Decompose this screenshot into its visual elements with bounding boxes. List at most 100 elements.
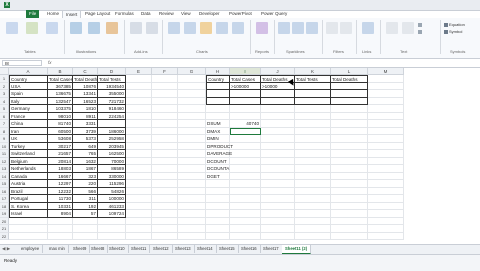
slicer-icon[interactable] [326, 22, 338, 34]
row-header[interactable]: 7 [0, 120, 9, 128]
cell[interactable] [178, 165, 206, 173]
cell[interactable] [206, 195, 230, 203]
cell[interactable] [230, 172, 261, 180]
table-header-cell[interactable]: Country [9, 75, 48, 83]
cell[interactable] [331, 187, 368, 195]
cell[interactable] [368, 135, 404, 143]
table-cell[interactable]: 1632 [73, 157, 98, 165]
cell[interactable] [261, 90, 295, 98]
cell[interactable] [368, 232, 404, 240]
timeline-icon[interactable] [340, 22, 352, 34]
cell[interactable] [9, 232, 48, 240]
column-header-h[interactable]: H [206, 68, 230, 75]
cell[interactable] [230, 187, 261, 195]
cell[interactable] [261, 232, 295, 240]
cell[interactable] [368, 180, 404, 188]
cell[interactable] [295, 97, 331, 105]
cell[interactable] [126, 82, 152, 90]
cell[interactable] [331, 112, 368, 120]
cell[interactable] [230, 97, 261, 105]
table-cell[interactable]: 16523 [73, 97, 98, 105]
criteria-cell[interactable]: >100000 [230, 82, 261, 90]
cell[interactable] [126, 225, 152, 233]
cell[interactable] [295, 202, 331, 210]
cell[interactable] [368, 217, 404, 225]
criteria-cell[interactable] [295, 82, 331, 90]
cell[interactable] [98, 232, 126, 240]
cell[interactable] [73, 232, 98, 240]
table-cell[interactable]: 186000 [98, 127, 126, 135]
cell[interactable] [126, 157, 152, 165]
function-label-cell[interactable]: DGET [206, 172, 230, 180]
cell[interactable] [178, 232, 206, 240]
cell[interactable] [368, 150, 404, 158]
tab-home[interactable]: Home [44, 10, 62, 18]
name-box[interactable]: I8 [2, 60, 42, 66]
table-cell[interactable]: 103375 [48, 105, 73, 113]
cell[interactable] [126, 97, 152, 105]
table-cell[interactable]: S. Korea [9, 202, 48, 210]
table-cell[interactable]: 203945 [98, 142, 126, 150]
function-label-cell[interactable]: DSUM [206, 120, 230, 128]
cell[interactable] [206, 232, 230, 240]
row-header[interactable]: 15 [0, 180, 9, 188]
cell[interactable] [178, 195, 206, 203]
cell[interactable] [230, 217, 261, 225]
cell[interactable] [368, 82, 404, 90]
cell[interactable] [261, 142, 295, 150]
table-cell[interactable]: 224254 [98, 112, 126, 120]
table-cell[interactable]: 53608 [48, 135, 73, 143]
cell[interactable] [331, 120, 368, 128]
cell[interactable] [126, 120, 152, 128]
cell[interactable] [295, 112, 331, 120]
table-cell[interactable]: 54826 [98, 187, 126, 195]
cell[interactable] [331, 210, 368, 218]
cell[interactable] [331, 97, 368, 105]
cell[interactable] [178, 172, 206, 180]
cell[interactable] [368, 127, 404, 135]
cell[interactable] [152, 157, 178, 165]
cell[interactable] [126, 202, 152, 210]
table-cell[interactable]: 220 [73, 180, 98, 188]
table-cell[interactable]: 355000 [98, 90, 126, 98]
cell[interactable] [152, 127, 178, 135]
tab-powerpivot[interactable]: PowerPivot [226, 10, 255, 18]
cell[interactable] [178, 180, 206, 188]
criteria-cell[interactable] [206, 82, 230, 90]
column-header-l[interactable]: L [331, 68, 368, 75]
cell[interactable] [368, 187, 404, 195]
cell[interactable] [126, 127, 152, 135]
cell[interactable] [261, 172, 295, 180]
cell[interactable] [295, 217, 331, 225]
cell[interactable] [152, 120, 178, 128]
cell[interactable] [261, 180, 295, 188]
cell[interactable] [261, 202, 295, 210]
row-header[interactable]: 1 [0, 75, 9, 83]
cell[interactable] [126, 90, 152, 98]
cell[interactable] [152, 75, 178, 83]
table-cell[interactable]: 8904 [48, 210, 73, 218]
cell[interactable] [48, 232, 73, 240]
equation-button[interactable]: Equation [444, 22, 465, 27]
cell[interactable] [230, 232, 261, 240]
function-label-cell[interactable]: DMIN [206, 135, 230, 143]
table-cell[interactable]: 81740 [48, 120, 73, 128]
column-chart-icon[interactable] [184, 22, 196, 34]
table-cell[interactable]: 109724 [98, 210, 126, 218]
table-cell[interactable]: 16667 [48, 172, 73, 180]
cell[interactable] [206, 225, 230, 233]
cell[interactable] [206, 112, 230, 120]
cell[interactable] [331, 90, 368, 98]
table-cell[interactable]: 70000 [98, 157, 126, 165]
cell[interactable] [206, 210, 230, 218]
table-cell[interactable]: Iran [9, 127, 48, 135]
cell[interactable] [261, 112, 295, 120]
active-cell[interactable] [230, 127, 261, 135]
cell[interactable] [331, 105, 368, 113]
table-cell[interactable]: 1810 [73, 105, 98, 113]
cell[interactable] [331, 195, 368, 203]
table-cell[interactable]: 86589 [98, 165, 126, 173]
cell[interactable] [261, 187, 295, 195]
table-cell[interactable]: 3739 [73, 127, 98, 135]
table-cell[interactable]: 721732 [98, 97, 126, 105]
